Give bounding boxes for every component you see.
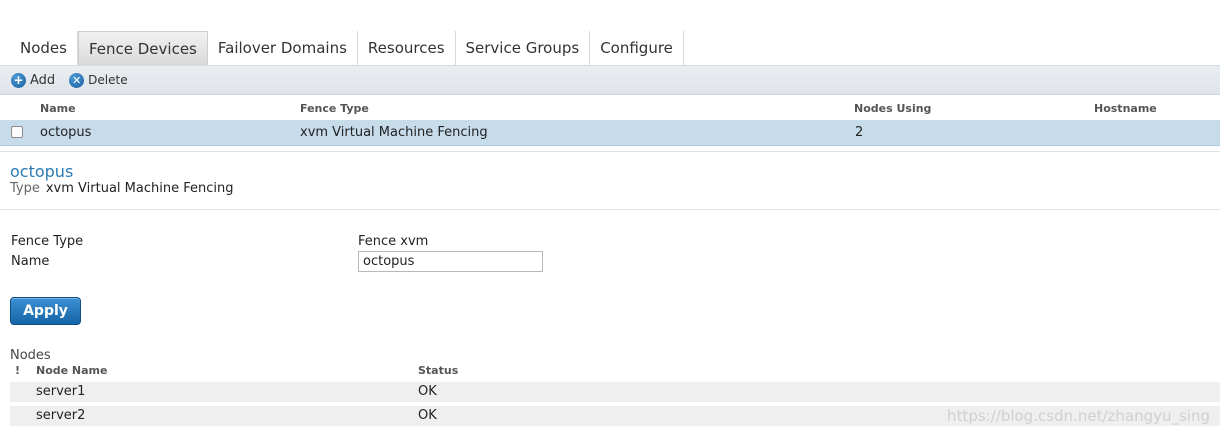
tab-configure[interactable]: Configure: [590, 31, 684, 65]
tab-nodes[interactable]: Nodes: [10, 31, 78, 65]
watermark: https://blog.csdn.net/zhangyu_sing: [947, 407, 1210, 425]
detail-type-label: Type: [10, 181, 40, 196]
column-header-nodes-using[interactable]: Nodes Using: [854, 102, 931, 115]
name-label: Name: [11, 254, 50, 269]
tab-service-groups[interactable]: Service Groups: [456, 31, 591, 65]
column-header-fence-type[interactable]: Fence Type: [300, 102, 369, 115]
fence-type-label: Fence Type: [11, 234, 84, 249]
column-header-name[interactable]: Name: [40, 102, 76, 115]
device-nodes-using-cell: 2: [855, 125, 864, 140]
add-label: Add: [30, 72, 56, 88]
column-header-hostname[interactable]: Hostname: [1094, 102, 1157, 115]
plus-circle-icon: +: [11, 72, 26, 88]
x-circle-icon: ✕: [69, 72, 85, 88]
device-name-cell: octopus: [40, 125, 92, 140]
table-row[interactable]: server1 OK: [10, 382, 1220, 402]
table-row[interactable]: octopus xvm Virtual Machine Fencing 2: [0, 120, 1220, 146]
delete-button[interactable]: ✕ Delete: [69, 72, 128, 88]
nodes-table-header: ! Node Name Status: [0, 362, 1220, 380]
tab-failover-domains[interactable]: Failover Domains: [208, 31, 358, 65]
node-name-cell: server1: [36, 384, 86, 399]
detail-title: octopus: [10, 162, 74, 181]
node-status-cell: OK: [418, 384, 437, 399]
tab-fence-devices[interactable]: Fence Devices: [77, 31, 208, 65]
tab-resources[interactable]: Resources: [358, 31, 456, 65]
column-header-node-name[interactable]: Node Name: [36, 364, 107, 377]
divider: [0, 151, 1220, 152]
tab-bar: Nodes Fence Devices Failover Domains Res…: [0, 0, 1220, 65]
delete-label: Delete: [88, 73, 128, 87]
fence-type-value: Fence xvm: [358, 234, 429, 249]
devices-table-header: Name Fence Type Nodes Using Hostname: [0, 96, 1220, 120]
detail-type-value: xvm Virtual Machine Fencing: [45, 181, 234, 196]
column-header-flag: !: [15, 364, 21, 377]
column-header-status[interactable]: Status: [418, 364, 458, 377]
device-fence-type-cell: xvm Virtual Machine Fencing: [300, 125, 488, 140]
name-input[interactable]: [358, 251, 543, 272]
apply-button[interactable]: Apply: [10, 297, 81, 325]
detail-type: Type xvm Virtual Machine Fencing: [10, 181, 233, 196]
nodes-section-title: Nodes: [10, 348, 51, 363]
add-button[interactable]: + Add: [11, 72, 56, 88]
node-status-cell: OK: [418, 408, 437, 423]
row-checkbox[interactable]: [11, 126, 23, 138]
page: Nodes Fence Devices Failover Domains Res…: [0, 0, 1220, 435]
divider: [0, 209, 1220, 210]
node-name-cell: server2: [36, 408, 86, 423]
toolbar: + Add ✕ Delete: [0, 65, 1220, 95]
